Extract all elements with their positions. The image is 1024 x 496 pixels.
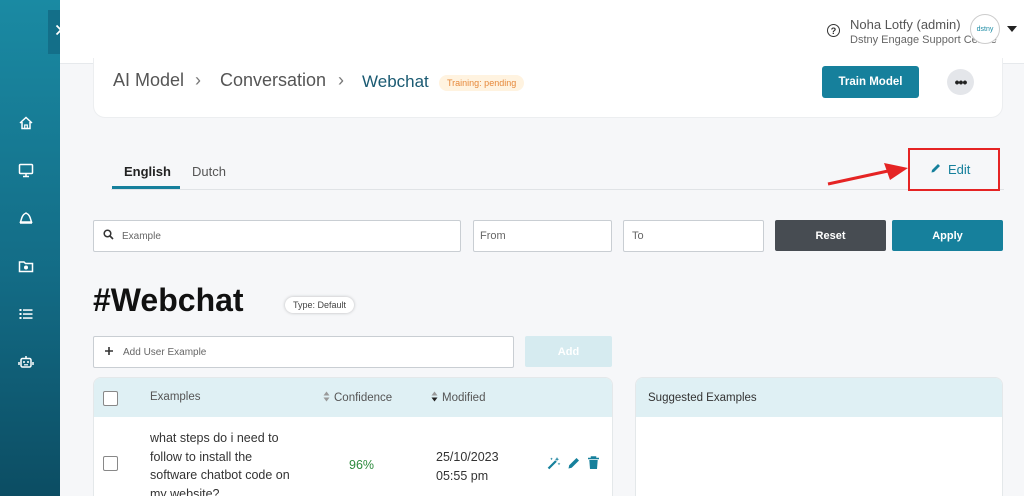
tab-dutch[interactable]: Dutch: [192, 164, 226, 179]
reset-button[interactable]: Reset: [775, 220, 886, 251]
table-header: Examples Confidence Modified: [94, 378, 612, 417]
train-model-button[interactable]: Train Model: [822, 66, 919, 98]
training-status-badge: Training: pending: [439, 75, 525, 91]
from-date-input[interactable]: From: [473, 220, 612, 252]
sort-icon: [323, 391, 330, 405]
intent-title: #Webchat: [93, 282, 244, 318]
add-example-placeholder: Add User Example: [123, 346, 207, 358]
modified-date: 25/10/2023: [436, 450, 499, 464]
example-line: follow to install the: [150, 449, 253, 464]
pencil-icon[interactable]: [567, 456, 581, 475]
tab-english[interactable]: English: [124, 164, 171, 179]
column-confidence[interactable]: Confidence: [323, 391, 392, 405]
row-checkbox[interactable]: [103, 456, 118, 471]
user-menu-caret-icon[interactable]: [1007, 26, 1017, 32]
column-modified[interactable]: Modified: [431, 391, 485, 405]
to-date-input[interactable]: To: [623, 220, 764, 252]
apply-button[interactable]: Apply: [892, 220, 1003, 251]
column-examples[interactable]: Examples: [150, 391, 201, 403]
from-placeholder: From: [480, 230, 506, 242]
red-arrow-annotation: [827, 163, 908, 186]
robot-icon[interactable]: [16, 352, 36, 372]
suggested-examples-header: Suggested Examples: [636, 378, 1002, 417]
intent-type-badge: Type: Default: [285, 297, 355, 313]
top-bar: [60, 0, 1024, 64]
modified-time: 05:55 pm: [436, 468, 489, 483]
example-search-input[interactable]: Example: [93, 220, 461, 252]
bell-icon[interactable]: [16, 208, 36, 228]
example-placeholder: Example: [122, 230, 161, 242]
select-all-checkbox[interactable]: [103, 391, 118, 406]
suggested-examples-panel: Suggested Examples: [635, 377, 1003, 496]
examples-table: Examples Confidence Modified what steps …: [93, 377, 613, 496]
sort-desc-icon: [431, 391, 438, 405]
sidebar: [0, 0, 60, 496]
home-icon[interactable]: [16, 113, 36, 133]
confidence-value: 96%: [349, 458, 375, 472]
plus-icon: [104, 346, 114, 359]
help-icon[interactable]: ?: [827, 24, 840, 37]
example-line: software chatbot code on: [150, 468, 290, 482]
example-line: my website?: [150, 486, 220, 496]
breadcrumb-conversation[interactable]: Conversation: [220, 70, 326, 91]
example-text: what steps do i need to follow to instal…: [150, 429, 310, 496]
edit-button[interactable]: Edit: [930, 162, 970, 177]
pencil-icon: [930, 162, 942, 177]
to-placeholder: To: [632, 230, 644, 242]
column-modified-label: Modified: [442, 392, 486, 404]
add-example-button[interactable]: Add: [525, 336, 612, 367]
column-confidence-label: Confidence: [334, 392, 393, 404]
trash-icon[interactable]: [587, 456, 600, 475]
breadcrumb-ai-model[interactable]: AI Model: [113, 70, 184, 91]
list-icon[interactable]: [16, 304, 36, 324]
example-line: what steps do i need to: [150, 431, 279, 445]
suggested-examples-title: Suggested Examples: [648, 392, 757, 404]
avatar[interactable]: dstny: [970, 14, 1000, 44]
add-user-example-input[interactable]: Add User Example: [93, 336, 514, 368]
more-options-button[interactable]: •••: [947, 69, 974, 95]
modified-value: 25/10/2023 05:55 pm: [436, 448, 499, 485]
user-name[interactable]: Noha Lotfy (admin): [850, 17, 961, 32]
magic-wand-icon[interactable]: [547, 456, 561, 475]
breadcrumb-separator-icon: ›: [338, 70, 344, 90]
search-icon: [103, 229, 114, 243]
folder-icon[interactable]: [16, 256, 36, 276]
breadcrumb-webchat: Webchat: [362, 72, 429, 91]
monitor-icon[interactable]: [16, 160, 36, 180]
edit-label: Edit: [948, 162, 971, 177]
row-actions: [547, 456, 600, 475]
breadcrumb-separator-icon: ›: [195, 70, 201, 90]
